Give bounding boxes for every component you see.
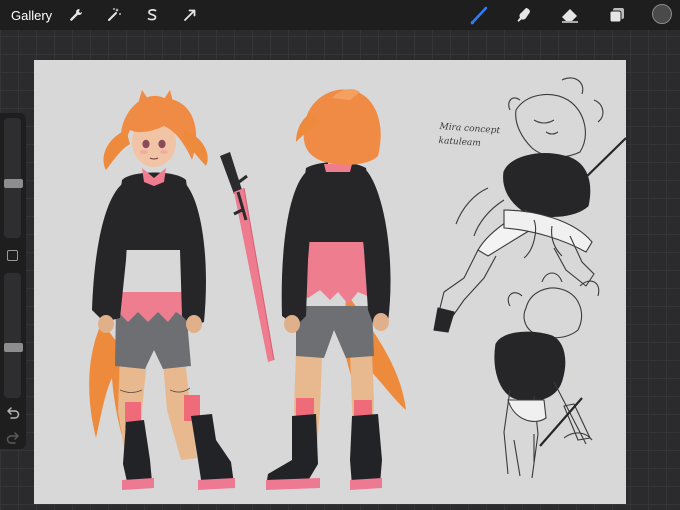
top-toolbar: Gallery bbox=[0, 0, 680, 30]
opacity-thumb[interactable] bbox=[4, 342, 23, 352]
brush-icon[interactable] bbox=[468, 5, 490, 25]
sword-sketch bbox=[220, 152, 275, 362]
character-back-view bbox=[266, 89, 406, 490]
modify-button[interactable] bbox=[7, 250, 18, 261]
eraser-icon[interactable] bbox=[559, 5, 581, 25]
pose-sketch-jumping bbox=[433, 77, 626, 333]
character-sheet-artwork bbox=[89, 77, 626, 490]
layers-icon[interactable] bbox=[606, 5, 628, 25]
drawing-canvas[interactable]: Mira concept katuleam bbox=[34, 60, 626, 504]
brush-size-thumb[interactable] bbox=[4, 179, 23, 189]
left-sidebar bbox=[0, 113, 26, 449]
smudge-icon[interactable] bbox=[513, 5, 535, 25]
redo-icon[interactable] bbox=[5, 431, 21, 445]
color-picker-swatch[interactable] bbox=[652, 4, 672, 24]
wrench-icon[interactable] bbox=[65, 5, 87, 25]
selection-s-icon[interactable] bbox=[141, 5, 163, 25]
opacity-slider[interactable] bbox=[4, 273, 21, 398]
pose-sketch-standing bbox=[494, 272, 600, 479]
gallery-button[interactable]: Gallery bbox=[11, 8, 52, 23]
brush-size-slider[interactable] bbox=[4, 118, 21, 238]
transform-arrow-icon[interactable] bbox=[179, 5, 201, 25]
character-front-view bbox=[89, 90, 235, 490]
undo-icon[interactable] bbox=[5, 406, 21, 420]
magic-wand-icon[interactable] bbox=[103, 5, 125, 25]
concept-title-note: Mira concept katuleam bbox=[438, 120, 500, 152]
